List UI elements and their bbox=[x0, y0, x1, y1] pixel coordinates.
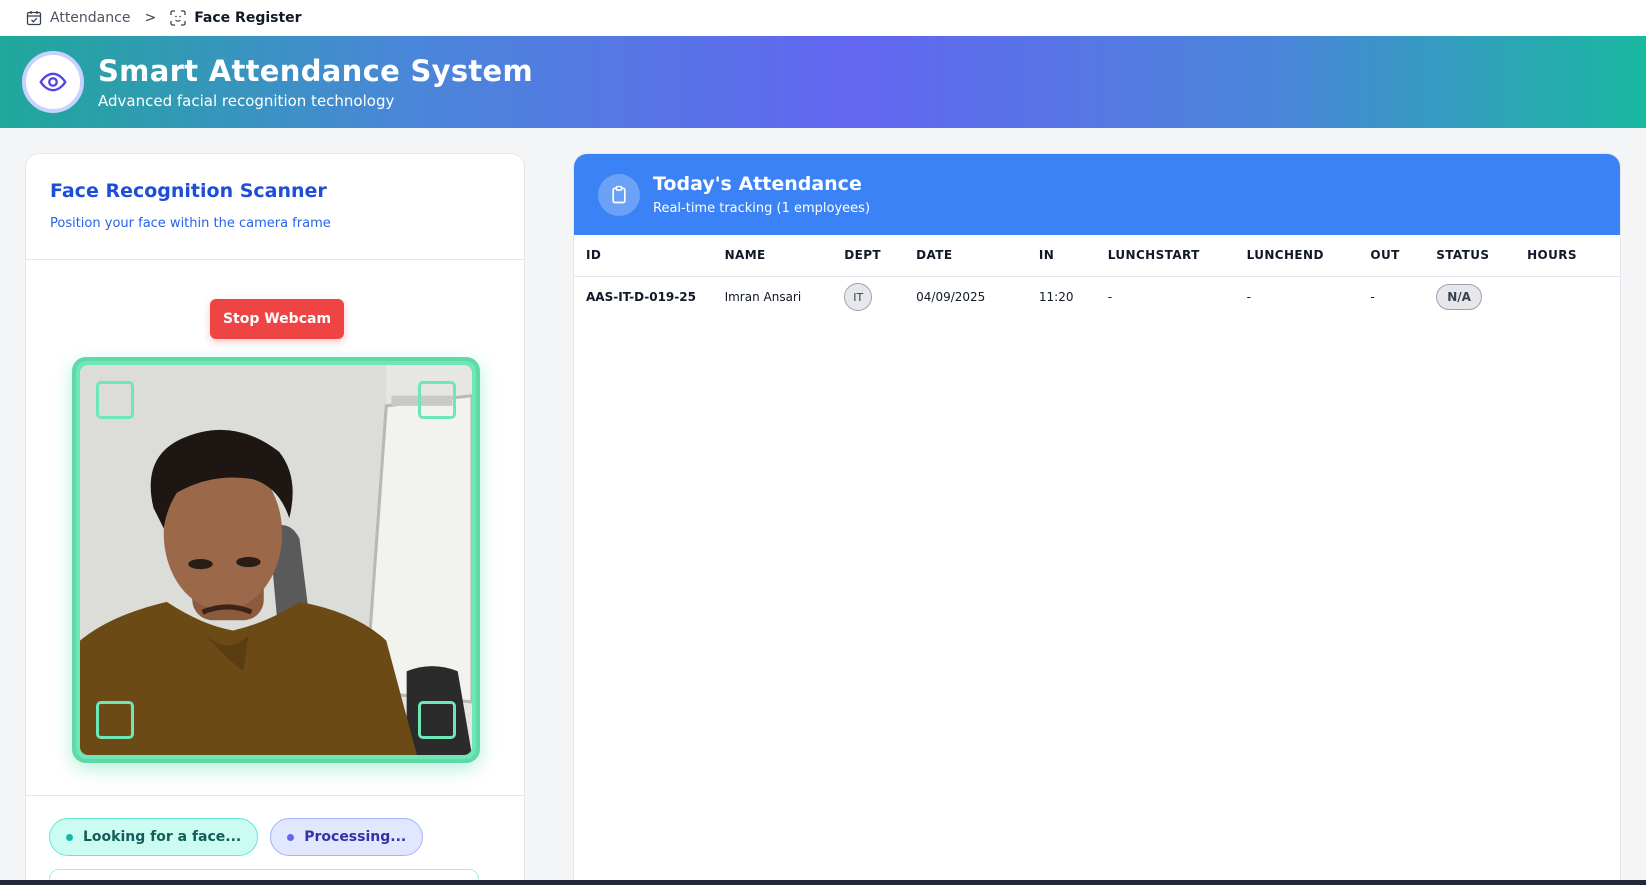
status-dot-icon bbox=[66, 833, 73, 841]
column-header-date[interactable]: DATE bbox=[916, 235, 1039, 277]
scan-corner-bottom-left bbox=[96, 701, 134, 739]
camera-frame bbox=[72, 357, 480, 763]
app-title: Smart Attendance System bbox=[98, 54, 534, 88]
breadcrumb: Attendance > Face Register bbox=[0, 0, 1646, 36]
attendance-subtitle: Real-time tracking (1 employees) bbox=[653, 201, 871, 216]
attendance-table: ID NAME DEPT DATE IN LUNCHSTART LUNCHEND… bbox=[574, 235, 1620, 318]
cell-out: - bbox=[1370, 290, 1375, 305]
status-processing-badge: Processing... bbox=[270, 818, 424, 856]
attendance-title: Today's Attendance bbox=[653, 173, 862, 195]
table-header-row: ID NAME DEPT DATE IN LUNCHSTART LUNCHEND… bbox=[574, 235, 1620, 277]
column-header-hours[interactable]: HOURS bbox=[1527, 235, 1620, 277]
clipboard-icon-wrap bbox=[598, 173, 640, 216]
dept-badge: IT bbox=[844, 283, 873, 312]
column-header-lunchend[interactable]: LUNCHEND bbox=[1246, 235, 1371, 277]
breadcrumb-separator: > bbox=[144, 10, 157, 26]
cell-status: N/A bbox=[1436, 276, 1527, 318]
attendance-header: Today's Attendance Real-time tracking (1… bbox=[574, 154, 1620, 235]
clipboard-icon bbox=[612, 185, 626, 203]
column-header-id[interactable]: ID bbox=[574, 235, 725, 277]
status-looking-label: Looking for a face... bbox=[83, 829, 242, 845]
status-badge: N/A bbox=[1436, 284, 1482, 311]
scanner-header: Face Recognition Scanner Position your f… bbox=[26, 154, 524, 260]
taskbar-edge bbox=[0, 880, 1646, 885]
breadcrumb-face-register: Face Register bbox=[170, 10, 302, 26]
attendance-card: Today's Attendance Real-time tracking (1… bbox=[573, 153, 1621, 885]
calendar-icon bbox=[26, 11, 42, 26]
breadcrumb-parent-label: Attendance bbox=[50, 10, 131, 26]
column-header-in[interactable]: IN bbox=[1038, 235, 1108, 277]
scanner-subtitle: Position your face within the camera fra… bbox=[50, 216, 331, 231]
webcam-feed bbox=[80, 365, 472, 755]
cell-date: 04/09/2025 bbox=[916, 290, 986, 305]
cell-in: 11:20 bbox=[1038, 290, 1074, 305]
status-looking-badge: Looking for a face... bbox=[49, 818, 259, 856]
scan-corner-bottom-right bbox=[418, 701, 456, 739]
breadcrumb-current-label: Face Register bbox=[194, 10, 302, 26]
face-scan-icon bbox=[170, 10, 186, 26]
scan-corner-top-right bbox=[418, 381, 456, 419]
table-row[interactable]: AAS-IT-D-019-25 Imran Ansari IT 04/09/20… bbox=[574, 276, 1620, 318]
column-header-out[interactable]: OUT bbox=[1370, 235, 1437, 277]
scanner-title: Face Recognition Scanner bbox=[50, 180, 327, 202]
breadcrumb-attendance[interactable]: Attendance bbox=[26, 10, 130, 26]
column-header-dept[interactable]: DEPT bbox=[844, 235, 917, 277]
app-logo bbox=[22, 51, 84, 113]
cell-dept: IT bbox=[844, 276, 916, 318]
scanner-status-row: Looking for a face... Processing... bbox=[49, 818, 424, 856]
cell-id: AAS-IT-D-019-25 bbox=[586, 290, 696, 305]
column-header-name[interactable]: NAME bbox=[724, 235, 845, 277]
cell-lunchend: - bbox=[1246, 290, 1251, 305]
cell-lunchstart: - bbox=[1107, 290, 1113, 305]
cell-hours bbox=[1527, 276, 1620, 318]
status-processing-label: Processing... bbox=[304, 829, 407, 845]
eye-icon bbox=[39, 72, 67, 92]
app-header: Smart Attendance System Advanced facial … bbox=[0, 36, 1646, 128]
webcam-video-image bbox=[80, 365, 472, 755]
scanner-body: Stop Webcam bbox=[26, 260, 524, 796]
app-subtitle: Advanced facial recognition technology bbox=[98, 92, 395, 110]
scan-corner-top-left bbox=[96, 381, 134, 419]
stop-webcam-button[interactable]: Stop Webcam bbox=[210, 299, 344, 339]
column-header-lunchstart[interactable]: LUNCHSTART bbox=[1107, 235, 1247, 277]
status-dot-icon bbox=[287, 833, 295, 841]
face-scanner-card: Face Recognition Scanner Position your f… bbox=[25, 153, 525, 885]
cell-name: Imran Ansari bbox=[724, 290, 802, 305]
column-header-status[interactable]: STATUS bbox=[1436, 235, 1528, 277]
